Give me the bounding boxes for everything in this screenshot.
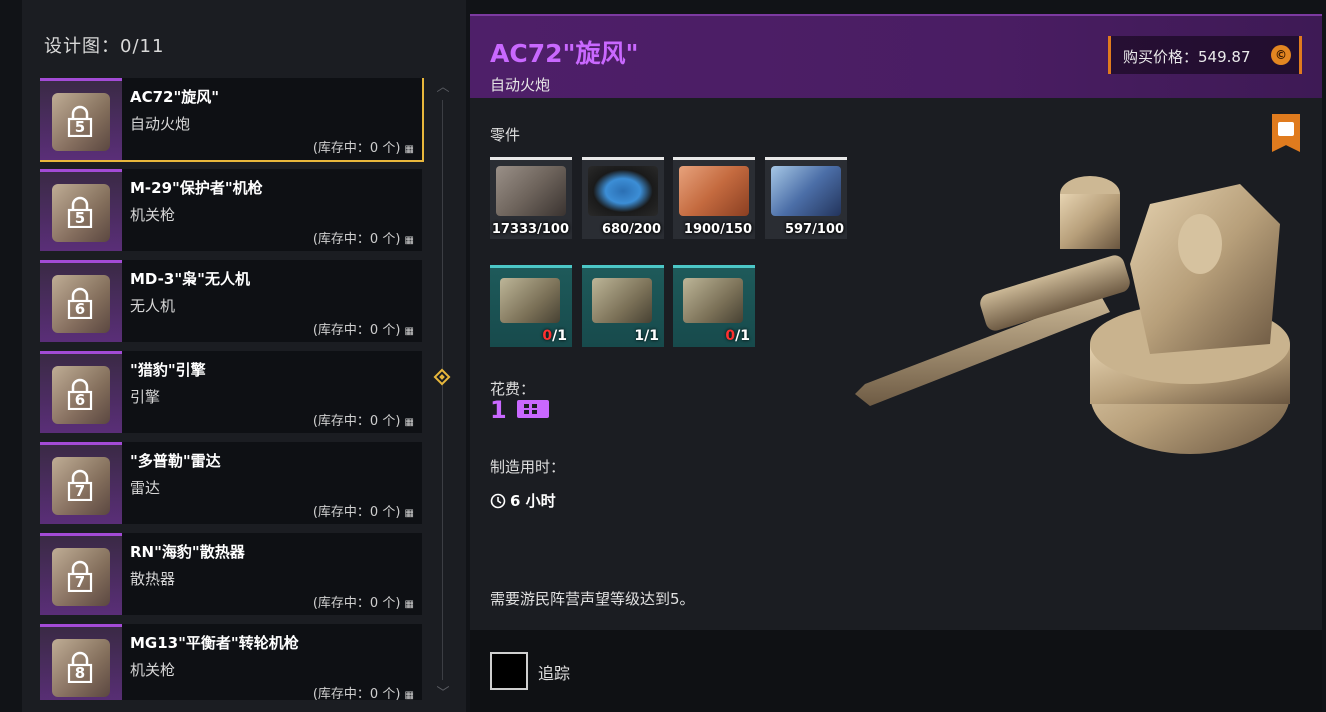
item-name: MG13"平衡者"转轮机枪 bbox=[130, 634, 299, 652]
item-thumbnail: 6 bbox=[40, 351, 122, 433]
coin-icon: © bbox=[1271, 45, 1291, 65]
part-scrap-metal[interactable]: 17333/100 bbox=[490, 157, 572, 239]
blueprint-counter-value: 0/11 bbox=[120, 36, 165, 57]
storage-icon: ▦ bbox=[404, 508, 414, 519]
component-qty: 1/1 bbox=[634, 328, 659, 344]
blueprint-counter: 设计图：0/11 bbox=[44, 32, 164, 58]
item-thumbnail: 6 bbox=[40, 260, 122, 342]
part-electronics[interactable]: 597/100 bbox=[765, 157, 847, 239]
turret-illustration bbox=[855, 176, 1290, 454]
item-thumbnail: 5 bbox=[40, 78, 122, 160]
item-type: 无人机 bbox=[130, 297, 176, 315]
item-name: MD-3"枭"无人机 bbox=[130, 270, 250, 288]
clock-icon bbox=[490, 493, 506, 509]
component-autocannon[interactable]: 0/1 bbox=[673, 265, 755, 347]
blueprint-item-cheetah-engine[interactable]: 6 "猎豹"引擎 引擎 (库存中：0 个) ▦ bbox=[40, 351, 422, 433]
part-wires[interactable]: 680/200 bbox=[582, 157, 664, 239]
scrap-metal-icon bbox=[496, 166, 566, 216]
wires-icon bbox=[588, 166, 658, 216]
blueprint-item-rn-radiator[interactable]: 7 RN"海豹"散热器 散热器 (库存中：0 个) ▦ bbox=[40, 533, 422, 615]
component-qty: 0/1 bbox=[542, 328, 567, 344]
footer-bar: 追踪 bbox=[470, 630, 1322, 712]
blueprint-item-mg13[interactable]: 8 MG13"平衡者"转轮机枪 机关枪 (库存中：0 个) ▦ bbox=[40, 624, 422, 700]
part-qty: 1900/150 bbox=[683, 222, 752, 237]
blueprint-counter-label: 设计图： bbox=[44, 36, 120, 57]
item-stock: (库存中：0 个) ▦ bbox=[312, 323, 414, 338]
parts-label: 零件 bbox=[490, 126, 521, 144]
storage-icon: ▦ bbox=[404, 144, 414, 155]
item-name: "猎豹"引擎 bbox=[130, 361, 206, 379]
part-qty: 680/200 bbox=[601, 222, 661, 237]
list-scrollbar[interactable]: ︿ ﹀ bbox=[433, 78, 451, 701]
blueprint-detail-panel: AC72"旋风" 自动火炮 购买价格：549.87 © 零件 17333/100… bbox=[470, 14, 1322, 712]
part-qty: 17333/100 bbox=[491, 222, 569, 237]
cost-value: 1 bbox=[490, 396, 507, 424]
item-stock: (库存中：0 个) ▦ bbox=[312, 414, 414, 429]
item-type: 自动火炮 bbox=[130, 115, 191, 133]
buy-price-label: 购买价格：549.87 bbox=[1123, 48, 1251, 66]
component-cannon[interactable]: 0/1 bbox=[490, 265, 572, 347]
blueprint-item-m29[interactable]: 5 M-29"保护者"机枪 机关枪 (库存中：0 个) ▦ bbox=[40, 169, 422, 251]
detail-header: AC72"旋风" 自动火炮 购买价格：549.87 © bbox=[470, 14, 1322, 98]
item-type: 引擎 bbox=[130, 388, 161, 406]
requirement-text: 需要游民阵营声望等级达到5。 bbox=[490, 590, 695, 608]
track-label: 追踪 bbox=[538, 664, 571, 683]
item-name: AC72"旋风" bbox=[130, 88, 220, 106]
item-thumbnail: 5 bbox=[40, 169, 122, 251]
blueprint-list: 5 AC72"旋风" 自动火炮 (库存中：0 个) ▦ 5 M-29"保护者"机… bbox=[40, 78, 424, 700]
blueprint-item-md3[interactable]: 6 MD-3"枭"无人机 无人机 (库存中：0 个) ▦ bbox=[40, 260, 422, 342]
storage-icon: ▦ bbox=[404, 235, 414, 246]
item-name: "多普勒"雷达 bbox=[130, 452, 221, 470]
item-thumbnail: 8 bbox=[40, 624, 122, 700]
build-time-value: 6 小时 bbox=[510, 492, 556, 510]
item-stock: (库存中：0 个) ▦ bbox=[312, 687, 414, 700]
item-thumbnail: 7 bbox=[40, 442, 122, 524]
storage-icon: ▦ bbox=[404, 326, 414, 337]
item-name: M-29"保护者"机枪 bbox=[130, 179, 263, 197]
lock-level: 6 bbox=[74, 391, 86, 409]
lock-level: 6 bbox=[74, 300, 86, 318]
blueprint-item-ac72[interactable]: 5 AC72"旋风" 自动火炮 (库存中：0 个) ▦ bbox=[40, 78, 424, 162]
scroll-thumb[interactable] bbox=[433, 368, 451, 386]
storage-icon: ▦ bbox=[404, 599, 414, 610]
cannon-component-icon bbox=[500, 278, 560, 323]
scroll-down-icon[interactable]: ﹀ bbox=[435, 682, 451, 701]
item-type: 散热器 bbox=[130, 570, 176, 588]
blueprint-token-icon bbox=[517, 400, 549, 418]
part-qty: 597/100 bbox=[784, 222, 844, 237]
item-stock: (库存中：0 个) ▦ bbox=[312, 596, 414, 611]
lock-level: 5 bbox=[74, 118, 86, 136]
scroll-up-icon[interactable]: ︿ bbox=[435, 76, 451, 95]
mechanism-component-icon bbox=[592, 278, 652, 323]
item-thumbnail: 7 bbox=[40, 533, 122, 615]
item-stock: (库存中：0 个) ▦ bbox=[312, 141, 414, 156]
copper-icon bbox=[679, 166, 749, 216]
item-stock: (库存中：0 个) ▦ bbox=[312, 505, 414, 520]
build-time-label: 制造用时： bbox=[490, 458, 566, 476]
item-stock: (库存中：0 个) ▦ bbox=[312, 232, 414, 247]
item-type: 雷达 bbox=[130, 479, 161, 497]
detail-title: AC72"旋风" bbox=[490, 39, 639, 68]
component-qty: 0/1 bbox=[725, 328, 750, 344]
autocannon-component-icon bbox=[683, 278, 743, 323]
lock-level: 8 bbox=[74, 664, 86, 682]
track-checkbox[interactable] bbox=[490, 652, 528, 690]
lock-level: 5 bbox=[74, 209, 86, 227]
storage-icon: ▦ bbox=[404, 690, 414, 700]
detail-subtitle: 自动火炮 bbox=[490, 76, 551, 94]
part-copper[interactable]: 1900/150 bbox=[673, 157, 755, 239]
lock-level: 7 bbox=[74, 482, 86, 500]
build-time: 6 小时 bbox=[490, 490, 556, 511]
blueprint-list-panel: 设计图：0/11 5 AC72"旋风" 自动火炮 (库存中：0 个) ▦ 5 M… bbox=[22, 0, 466, 712]
buy-price-button[interactable]: 购买价格：549.87 © bbox=[1108, 36, 1302, 74]
lock-level: 7 bbox=[74, 573, 86, 591]
item-name: RN"海豹"散热器 bbox=[130, 543, 245, 561]
electronics-icon bbox=[771, 166, 841, 216]
item-type: 机关枪 bbox=[130, 661, 176, 679]
component-mechanism[interactable]: 1/1 bbox=[582, 265, 664, 347]
storage-icon: ▦ bbox=[404, 417, 414, 428]
item-type: 机关枪 bbox=[130, 206, 176, 224]
blueprint-item-doppler-radar[interactable]: 7 "多普勒"雷达 雷达 (库存中：0 个) ▦ bbox=[40, 442, 422, 524]
